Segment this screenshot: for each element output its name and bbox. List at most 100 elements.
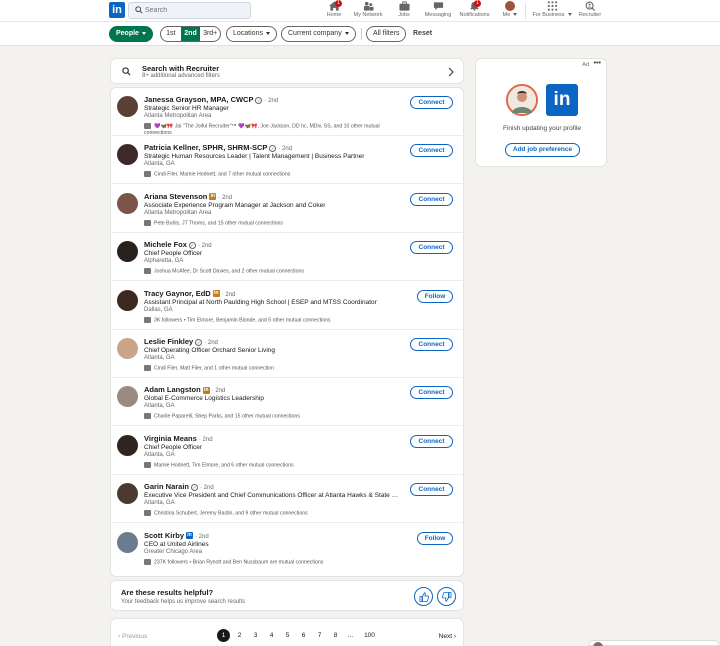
page-button-8[interactable]: 8 [329, 629, 342, 642]
page-button-6[interactable]: 6 [297, 629, 310, 642]
result-mutual-connections[interactable]: Cindi Filer, Mamie Hodnett, and 7 other … [154, 172, 290, 178]
add-job-preference-button[interactable]: Add job preference [505, 143, 580, 157]
result-name[interactable]: Leslie Finkley [144, 337, 193, 346]
connect-button[interactable]: Connect [410, 241, 453, 255]
page-button-5[interactable]: 5 [281, 629, 294, 642]
result-mutual-connections[interactable]: Mamie Hodnett, Tim Elmore, and 6 other m… [154, 462, 294, 468]
result-name[interactable]: Adam Langston [144, 385, 201, 394]
linkedin-logo[interactable]: in [109, 2, 125, 18]
result-mutual-connections[interactable]: 3K followers • Tim Elmore, Benjamin Blon… [154, 317, 331, 323]
result-headline: Chief People Officer [144, 443, 203, 451]
page-button-100[interactable]: 100 [363, 629, 376, 642]
page-button-3[interactable]: 3 [249, 629, 262, 642]
result-name[interactable]: Tracy Gaynor, EdD [144, 289, 211, 298]
locations-filter-button[interactable]: Locations [226, 26, 277, 42]
result-mutual-connections[interactable]: 237K followers • Brian Rynott and Ben Nu… [154, 559, 323, 565]
avatar[interactable] [117, 338, 138, 359]
search-with-recruiter-card[interactable]: Search with Recruiter 8+ additional adva… [110, 58, 464, 84]
result-mutual-connections[interactable]: Christina Schubert, Jeremy Bastin, and 9… [154, 511, 308, 517]
nav-home[interactable]: 1 Home [325, 0, 343, 18]
result-location: Atlanta, GA [144, 500, 175, 507]
result-mutual-connections[interactable]: Joshua McAfee, Dr Scott Davies, and 2 ot… [154, 269, 304, 275]
connect-button[interactable]: Connect [410, 434, 453, 448]
nav-for-business[interactable]: For Business [532, 1, 572, 18]
result-headline: Global E-Commerce Logistics Leadership [144, 395, 264, 403]
avatar[interactable] [117, 483, 138, 505]
feedback-question: Are these results helpful? [121, 588, 214, 597]
degree-1st-button[interactable]: 1st [161, 27, 181, 41]
avatar[interactable] [117, 144, 138, 166]
degree-2nd-button[interactable]: 2nd [180, 27, 201, 41]
pagination: ‹ Previous 1 2 3 4 5 6 7 8... 100 Next › [110, 618, 464, 646]
avatar[interactable] [117, 434, 138, 456]
previous-page-button[interactable]: ‹ Previous [118, 633, 147, 640]
degree-3rd-button[interactable]: 3rd+ [200, 27, 220, 41]
all-filters-button[interactable]: All filters [366, 26, 407, 42]
locations-filter-label: Locations [233, 30, 263, 37]
connect-button[interactable]: Connect [410, 192, 453, 206]
result-location: Greater Chicago Area [144, 548, 203, 555]
search-result-row: Michele Fox ✓ · 2nd Chief People Officer Alp… [111, 233, 465, 282]
follow-button[interactable]: Follow [417, 531, 453, 545]
filter-divider [361, 28, 362, 40]
page-button-4[interactable]: 4 [265, 629, 278, 642]
nav-recruiter[interactable]: Recruiter [578, 1, 602, 18]
result-degree: · 2nd [198, 436, 213, 443]
result-mutual-connections[interactable]: Pete Buhls, JT Thoms, and 15 other mutua… [154, 220, 283, 226]
messaging-overlay-tab[interactable] [588, 640, 720, 646]
result-name[interactable]: Garin Narain [144, 482, 189, 491]
nav-divider [525, 3, 526, 19]
avatar[interactable] [117, 386, 138, 408]
result-mutual-connections[interactable]: Charlie Paparelli, Shep Parks, and 15 ot… [154, 414, 300, 420]
filter-bar: People 1st 2nd 3rd+ Locations Current co… [0, 22, 720, 46]
next-page-button[interactable]: Next › [439, 633, 456, 640]
nav-messaging-label: Messaging [424, 12, 452, 18]
feedback-card: Are these results helpful? Your feedback… [110, 580, 464, 611]
nav-my-network[interactable]: My Network [352, 1, 384, 18]
page-button-7[interactable]: 7 [313, 629, 326, 642]
thumbs-down-button[interactable] [437, 587, 456, 606]
result-name[interactable]: Ariana Stevenson [144, 192, 207, 201]
avatar [593, 642, 603, 646]
avatar[interactable] [117, 96, 138, 117]
chevron-down-icon [344, 31, 349, 35]
more-options-icon[interactable]: ••• [594, 60, 601, 67]
page-button-2[interactable]: 2 [233, 629, 246, 642]
avatar[interactable] [117, 192, 138, 214]
nav-me[interactable]: Me [502, 1, 518, 18]
people-filter-button[interactable]: People [109, 26, 153, 42]
nav-notifications[interactable]: 1 Notifications [458, 0, 491, 18]
thumbs-up-button[interactable] [414, 587, 433, 606]
follow-button[interactable]: Follow [417, 289, 453, 303]
connect-button[interactable]: Connect [410, 144, 453, 158]
connect-button[interactable]: Connect [410, 483, 453, 497]
avatar[interactable] [117, 531, 138, 553]
result-name[interactable]: Michele Fox [144, 240, 187, 249]
result-mutual-connections[interactable]: 💜🦋🎀 Jai "The Joiful Recruiter"™ 💜🦋🎀, Joe… [144, 123, 380, 136]
page-ellipsis: ... [347, 632, 354, 639]
connect-button[interactable]: Connect [410, 338, 453, 351]
current-company-filter-button[interactable]: Current company [281, 26, 356, 42]
grid-icon [547, 1, 557, 11]
avatar[interactable] [117, 241, 138, 263]
search-box[interactable] [128, 2, 251, 19]
connect-button[interactable]: Connect [410, 386, 453, 400]
result-mutual-connections[interactable]: Cindi Filer, Matt Filer, and 1 other mut… [154, 365, 274, 371]
nav-jobs[interactable]: Jobs [396, 1, 412, 18]
search-input[interactable] [145, 4, 245, 17]
avatar[interactable] [117, 289, 138, 311]
reset-button[interactable]: Reset [413, 30, 432, 37]
verified-icon: ✓ [269, 144, 277, 152]
result-name[interactable]: Virginia Means [144, 434, 197, 443]
result-name[interactable]: Patricia Kellner, SPHR, SHRM-SCP [144, 143, 267, 152]
result-headline: Strategic Senior HR Manager [144, 105, 229, 112]
recruiter-icon [585, 1, 595, 11]
page-button-1[interactable]: 1 [217, 629, 230, 642]
nav-messaging[interactable]: Messaging [424, 1, 452, 18]
mutual-connections-icon [144, 219, 151, 226]
result-degree: · 2nd [195, 533, 209, 540]
result-name[interactable]: Scott Kirby [144, 531, 184, 540]
result-name[interactable]: Janessa Grayson, MPA, CWCP [144, 95, 253, 104]
result-headline: CEO at United Airlines [144, 540, 209, 548]
connect-button[interactable]: Connect [410, 96, 453, 109]
